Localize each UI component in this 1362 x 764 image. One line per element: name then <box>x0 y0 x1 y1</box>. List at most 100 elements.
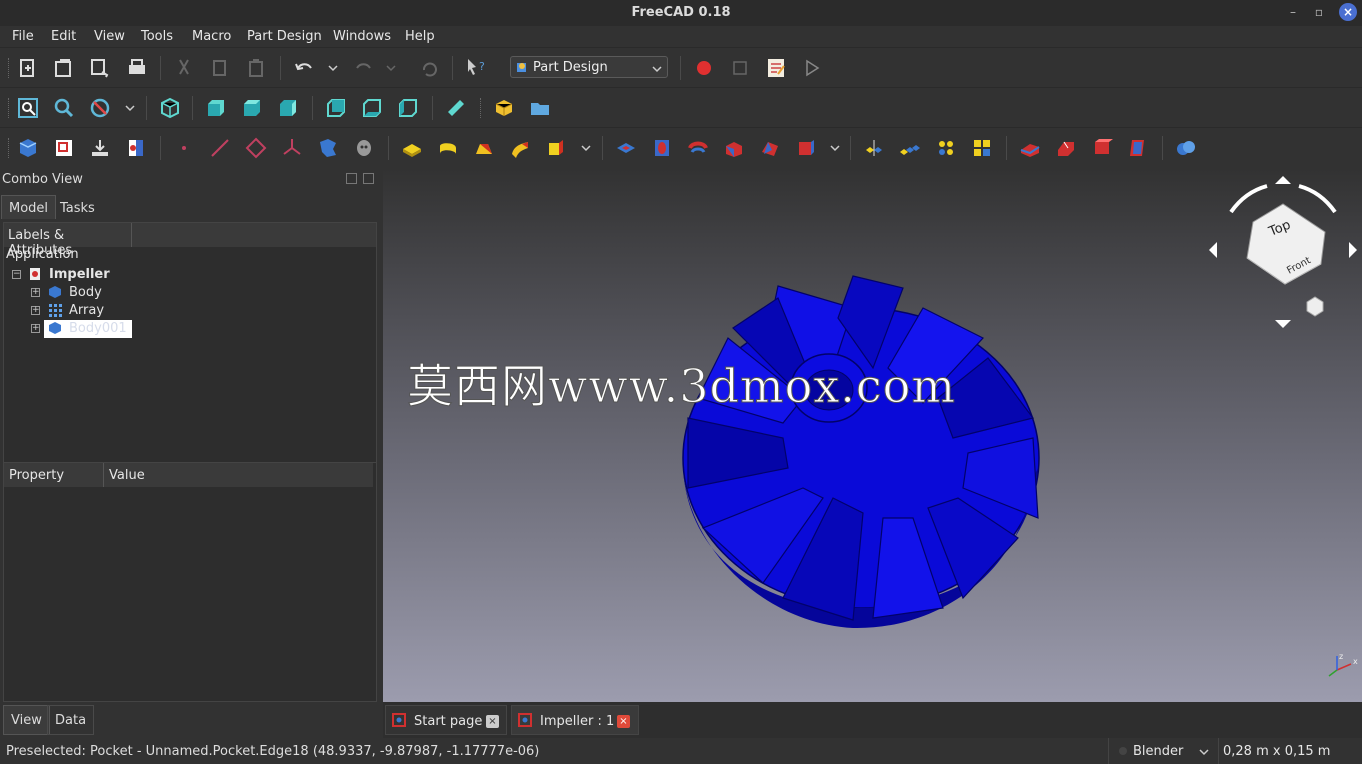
multi-transform-icon[interactable] <box>970 136 994 160</box>
create-body-icon[interactable] <box>16 136 40 160</box>
rotate-up-arrow[interactable] <box>1275 176 1291 184</box>
redo-dropdown-icon[interactable] <box>386 62 396 72</box>
navigation-style-selector[interactable]: Blender <box>1108 738 1218 764</box>
expand-icon[interactable]: + <box>31 306 40 315</box>
subtractive-primitive-dropdown-icon[interactable] <box>830 142 840 152</box>
menu-file[interactable]: File <box>12 29 34 44</box>
tree-column-header[interactable]: Labels & Attributes <box>4 223 132 258</box>
menu-part-design[interactable]: Part Design <box>247 29 322 44</box>
rotate-down-arrow[interactable] <box>1275 320 1291 328</box>
view-menu-cube-icon[interactable] <box>1306 296 1324 317</box>
paste-icon[interactable] <box>244 56 268 80</box>
rotate-right-arrow[interactable] <box>1349 242 1357 258</box>
open-document-icon[interactable] <box>52 56 76 80</box>
expand-icon[interactable]: + <box>31 288 40 297</box>
close-window-button[interactable]: × <box>1339 3 1357 21</box>
macros-dialog-icon[interactable] <box>764 56 788 80</box>
local-coordinate-system-icon[interactable] <box>280 136 304 160</box>
subtractive-loft-icon[interactable] <box>722 136 746 160</box>
polar-pattern-icon[interactable] <box>934 136 958 160</box>
float-panel-icon[interactable] <box>346 173 357 184</box>
menu-view[interactable]: View <box>94 29 125 44</box>
boolean-icon[interactable] <box>1174 136 1198 160</box>
execute-macro-icon[interactable] <box>800 56 824 80</box>
redo-icon[interactable] <box>352 56 376 80</box>
datum-plane-icon[interactable] <box>244 136 268 160</box>
tab-view[interactable]: View <box>3 705 50 735</box>
additive-loft-icon[interactable] <box>472 136 496 160</box>
front-view-icon[interactable] <box>204 96 228 120</box>
menu-edit[interactable]: Edit <box>51 29 76 44</box>
rear-view-icon[interactable] <box>324 96 348 120</box>
new-document-icon[interactable] <box>16 56 40 80</box>
save-icon[interactable] <box>88 56 112 80</box>
subtractive-primitive-icon[interactable] <box>794 136 818 160</box>
revolution-icon[interactable] <box>436 136 460 160</box>
print-icon[interactable] <box>125 56 149 80</box>
menu-macro[interactable]: Macro <box>192 29 231 44</box>
mirrored-icon[interactable] <box>862 136 886 160</box>
validate-sketch-icon[interactable] <box>124 136 148 160</box>
menu-help[interactable]: Help <box>405 29 435 44</box>
fit-all-icon[interactable] <box>16 96 40 120</box>
datum-line-icon[interactable] <box>208 136 232 160</box>
tab-model[interactable]: Model <box>1 195 57 219</box>
rotate-left-arrow[interactable] <box>1209 242 1217 258</box>
cut-icon[interactable] <box>172 56 196 80</box>
pad-icon[interactable] <box>400 136 424 160</box>
restore-button[interactable]: ▫ <box>1310 3 1328 21</box>
bottom-view-icon[interactable] <box>360 96 384 120</box>
draft-icon[interactable] <box>1090 136 1114 160</box>
create-part-icon[interactable] <box>492 96 516 120</box>
create-sketch-icon[interactable] <box>52 136 76 160</box>
shape-binder-icon[interactable] <box>88 136 112 160</box>
record-macro-icon[interactable] <box>692 56 716 80</box>
3d-viewport[interactable]: 莫西网www.3dmox.com Top Front x z <box>383 168 1362 702</box>
fillet-icon[interactable] <box>1018 136 1042 160</box>
minimize-button[interactable]: – <box>1284 3 1302 21</box>
left-view-icon[interactable] <box>396 96 420 120</box>
tree-root-application[interactable]: Application <box>6 247 79 265</box>
tree-item-impeller[interactable]: − Impeller <box>10 266 210 284</box>
tree-item-array[interactable]: + Array <box>30 302 230 320</box>
chamfer-icon[interactable] <box>1054 136 1078 160</box>
isometric-view-icon[interactable] <box>158 96 182 120</box>
tab-start-page[interactable]: Start page × <box>385 705 507 735</box>
menu-windows[interactable]: Windows <box>333 29 391 44</box>
tab-impeller[interactable]: Impeller : 1 × <box>511 705 639 735</box>
refresh-icon[interactable] <box>418 56 442 80</box>
create-group-icon[interactable] <box>528 96 552 120</box>
groove-icon[interactable] <box>686 136 710 160</box>
workbench-selector[interactable]: Part Design <box>510 56 668 78</box>
close-panel-icon[interactable] <box>363 173 374 184</box>
pocket-icon[interactable] <box>614 136 638 160</box>
menu-tools[interactable]: Tools <box>141 29 173 44</box>
additive-primitive-icon[interactable] <box>544 136 568 160</box>
draw-style-icon[interactable] <box>88 96 112 120</box>
datum-point-icon[interactable] <box>172 136 196 160</box>
undo-icon[interactable] <box>292 56 316 80</box>
linear-pattern-icon[interactable] <box>898 136 922 160</box>
additive-pipe-icon[interactable] <box>508 136 532 160</box>
tree-item-body001[interactable]: + Body001 <box>30 320 230 338</box>
measure-distance-icon[interactable] <box>444 96 468 120</box>
shape-binder-blue-icon[interactable] <box>316 136 340 160</box>
whats-this-icon[interactable]: ? <box>464 56 488 80</box>
tab-tasks[interactable]: Tasks <box>53 196 102 220</box>
stop-macro-icon[interactable] <box>728 56 752 80</box>
close-tab-icon[interactable]: × <box>617 715 630 728</box>
close-tab-icon[interactable]: × <box>486 715 499 728</box>
undo-dropdown-icon[interactable] <box>328 62 338 72</box>
hole-icon[interactable] <box>650 136 674 160</box>
thickness-icon[interactable] <box>1126 136 1150 160</box>
right-view-icon[interactable] <box>276 96 300 120</box>
collapse-icon[interactable]: − <box>12 270 21 279</box>
clone-icon[interactable] <box>352 136 376 160</box>
draw-style-dropdown-icon[interactable] <box>125 102 135 112</box>
top-view-icon[interactable] <box>240 96 264 120</box>
additive-primitive-dropdown-icon[interactable] <box>581 142 591 152</box>
subtractive-pipe-icon[interactable] <box>758 136 782 160</box>
fit-selection-icon[interactable] <box>52 96 76 120</box>
copy-icon[interactable] <box>208 56 232 80</box>
tree-item-body[interactable]: + Body <box>30 284 230 302</box>
